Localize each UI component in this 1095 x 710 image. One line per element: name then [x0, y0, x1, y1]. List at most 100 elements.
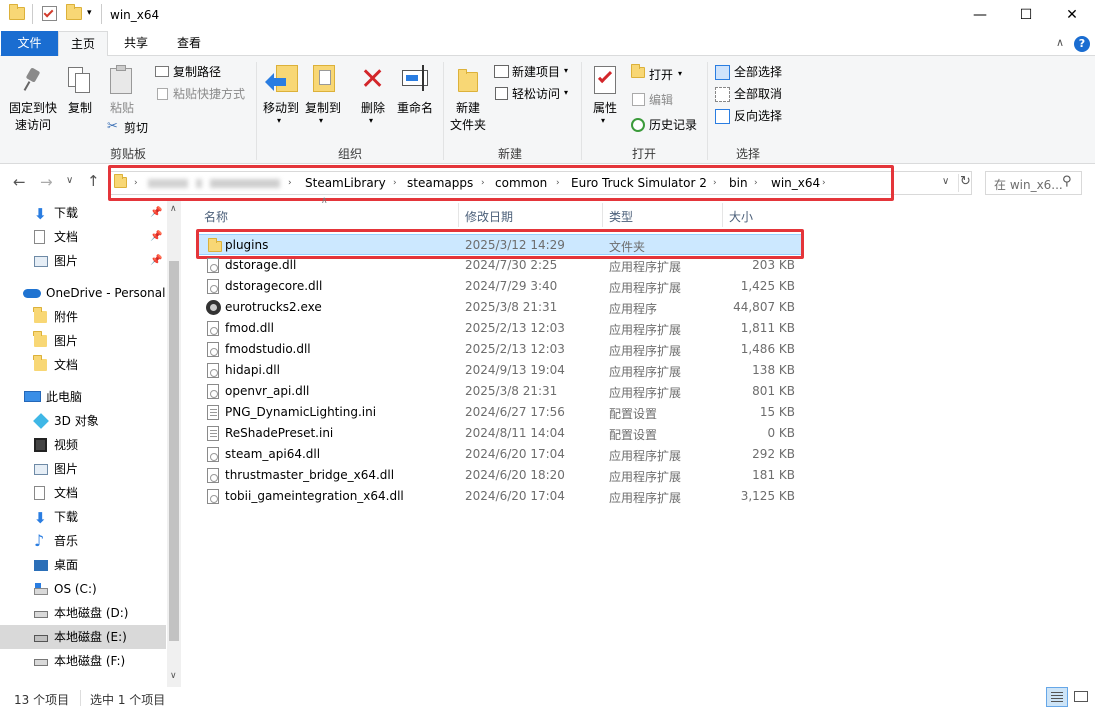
minimize-button[interactable]: — [957, 0, 1003, 31]
table-row[interactable]: hidapi.dll 2024/9/13 19:04 应用程序扩展 138 KB [197, 360, 802, 381]
sidebar-item-3d-objects[interactable]: 3D 对象 [0, 409, 170, 433]
select-all-button[interactable]: 全部选择 [734, 64, 782, 80]
customize-quick-access-icon[interactable]: ▾ [87, 8, 92, 18]
table-row[interactable]: dstoragecore.dll 2024/7/29 3:40 应用程序扩展 1… [197, 276, 802, 297]
column-divider[interactable] [602, 203, 603, 227]
rename-button[interactable]: 重命名 [395, 100, 435, 117]
column-divider[interactable] [722, 203, 723, 227]
select-none-button[interactable]: 全部取消 [734, 86, 782, 102]
file-date: 2024/7/30 2:25 [465, 258, 558, 272]
search-icon[interactable]: ⚲ [1062, 174, 1072, 189]
invert-selection-button[interactable]: 反向选择 [734, 108, 782, 124]
copy-icon [68, 67, 92, 95]
sidebar-item-downloads[interactable]: ⬇ 下载 📌 [0, 201, 170, 225]
pin-icon[interactable]: 📌 [150, 201, 162, 225]
document-icon [34, 230, 45, 244]
sidebar-item-documents[interactable]: 文档 📌 [0, 225, 170, 249]
scrollbar-thumb[interactable] [169, 261, 179, 641]
column-header-name[interactable]: 名称 [204, 208, 228, 225]
sidebar-item-attachments[interactable]: 附件 [0, 305, 170, 329]
table-row[interactable]: eurotrucks2.exe 2025/3/8 21:31 应用程序 44,8… [197, 297, 802, 318]
sidebar-item-videos[interactable]: 视频 [0, 433, 170, 457]
table-row[interactable]: fmodstudio.dll 2025/2/13 12:03 应用程序扩展 1,… [197, 339, 802, 360]
scroll-up-icon[interactable]: ∧ [170, 204, 177, 214]
copy-to-dropdown-icon[interactable]: ▾ [319, 116, 323, 125]
recent-locations-button[interactable]: ∨ [66, 175, 73, 186]
sidebar-item-pictures[interactable]: 图片 📌 [0, 249, 170, 273]
sidebar-item-drive-e[interactable]: 本地磁盘 (E:) [0, 625, 166, 649]
delete-button[interactable]: 删除 [358, 100, 388, 117]
refresh-icon[interactable]: ↻ [960, 174, 971, 189]
pin-icon[interactable]: 📌 [150, 225, 162, 249]
tab-home[interactable]: 主页 [58, 31, 108, 57]
cut-button[interactable]: 剪切 [124, 120, 148, 136]
sidebar-item-onedrive-pictures[interactable]: 图片 [0, 329, 170, 353]
collapse-ribbon-icon[interactable]: ∧ [1056, 36, 1064, 49]
sidebar-item-os-c[interactable]: OS (C:) [0, 577, 170, 601]
help-icon[interactable]: ? [1074, 36, 1090, 52]
address-dropdown-icon[interactable]: ∨ [942, 176, 949, 187]
new-item-dropdown-icon[interactable]: ▾ [564, 66, 568, 75]
table-row[interactable]: thrustmaster_bridge_x64.dll 2024/6/20 18… [197, 465, 802, 486]
sidebar-item-label: 文档 [54, 486, 79, 500]
large-icons-view-icon[interactable] [1072, 688, 1090, 706]
easy-access-dropdown-icon[interactable]: ▾ [564, 88, 568, 97]
move-to-button[interactable]: 移动到 [262, 100, 300, 117]
sidebar-item-onedrive[interactable]: OneDrive - Personal [0, 281, 182, 305]
copy-button[interactable]: 复制 [64, 100, 96, 117]
table-row[interactable]: tobii_gameintegration_x64.dll 2024/6/20 … [197, 486, 802, 507]
edit-button[interactable]: 编辑 [649, 92, 673, 108]
column-divider[interactable] [458, 203, 459, 227]
column-header-type[interactable]: 类型 [609, 208, 633, 225]
history-button[interactable]: 历史记录 [649, 117, 697, 133]
details-view-icon[interactable] [1046, 687, 1068, 707]
tab-file[interactable]: 文件 [1, 31, 58, 56]
copy-path-button[interactable]: 复制路径 [173, 64, 221, 80]
column-header-size[interactable]: 大小 [729, 208, 753, 225]
properties-icon [594, 66, 616, 94]
move-to-dropdown-icon[interactable]: ▾ [277, 116, 281, 125]
table-row[interactable]: openvr_api.dll 2025/3/8 21:31 应用程序扩展 801… [197, 381, 802, 402]
table-row[interactable]: steam_api64.dll 2024/6/20 17:04 应用程序扩展 2… [197, 444, 802, 465]
sidebar-item-onedrive-documents[interactable]: 文档 [0, 353, 170, 377]
close-button[interactable]: ✕ [1049, 0, 1095, 31]
sidebar-item-this-pc[interactable]: 此电脑 [0, 385, 170, 409]
paste-shortcut-button[interactable]: 粘贴快捷方式 [173, 86, 245, 102]
sidebar-item-pc-documents[interactable]: 文档 [0, 481, 170, 505]
open-dropdown-icon[interactable]: ▾ [678, 69, 682, 78]
paste-button[interactable]: 粘贴 [106, 100, 138, 117]
new-item-button[interactable]: 新建项目 [512, 64, 560, 80]
sidebar-item-drive-d[interactable]: 本地磁盘 (D:) [0, 601, 170, 625]
table-row[interactable]: fmod.dll 2025/2/13 12:03 应用程序扩展 1,811 KB [197, 318, 802, 339]
scroll-down-icon[interactable]: ∨ [170, 671, 177, 681]
file-type: 应用程序扩展 [609, 386, 682, 400]
new-folder-quick-icon[interactable] [66, 4, 82, 23]
sidebar-item-desktop[interactable]: 桌面 [0, 553, 170, 577]
properties-dropdown-icon[interactable]: ▾ [601, 116, 605, 125]
sidebar-item-pc-downloads[interactable]: ⬇ 下载 [0, 505, 170, 529]
pin-quick-access-button[interactable]: 固定到快 速访问 [4, 100, 62, 134]
tab-share[interactable]: 共享 [112, 31, 160, 56]
table-row[interactable]: ReShadePreset.ini 2024/8/11 14:04 配置设置 0… [197, 423, 802, 444]
tab-view[interactable]: 查看 [165, 31, 213, 56]
sidebar-item-drive-f[interactable]: 本地磁盘 (F:) [0, 649, 170, 673]
easy-access-button[interactable]: 轻松访问 [512, 86, 560, 102]
forward-button[interactable]: → [40, 173, 53, 191]
delete-dropdown-icon[interactable]: ▾ [369, 116, 373, 125]
sidebar-scrollbar[interactable]: ∧ ∨ [167, 201, 181, 687]
open-button[interactable]: 打开 [649, 67, 673, 83]
column-header-date[interactable]: 修改日期 [465, 208, 513, 225]
up-button[interactable]: ↑ [87, 172, 100, 190]
back-button[interactable]: ← [13, 173, 26, 191]
table-row[interactable]: dstorage.dll 2024/7/30 2:25 应用程序扩展 203 K… [197, 255, 802, 276]
copy-to-button[interactable]: 复制到 [304, 100, 342, 117]
table-row[interactable]: PNG_DynamicLighting.ini 2024/6/27 17:56 … [197, 402, 802, 423]
maximize-button[interactable]: ☐ [1003, 0, 1049, 31]
sidebar-item-pc-pictures[interactable]: 图片 [0, 457, 170, 481]
new-folder-button[interactable]: 新建 文件夹 [447, 100, 489, 134]
picture-icon [34, 464, 48, 475]
pin-icon[interactable]: 📌 [150, 249, 162, 273]
properties-quick-icon[interactable] [42, 6, 57, 21]
properties-button[interactable]: 属性 [590, 100, 620, 117]
sidebar-item-music[interactable]: ♪ 音乐 [0, 529, 170, 553]
